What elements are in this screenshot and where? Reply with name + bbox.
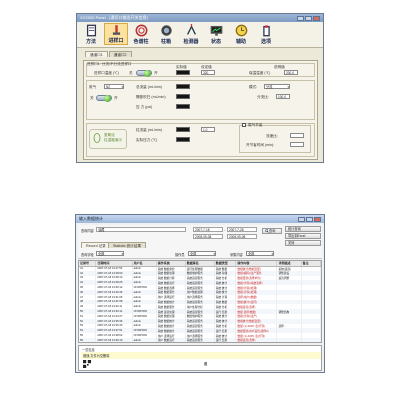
saver-time-label: 开节省时间 (min): (246, 143, 275, 147)
close-button-2[interactable] (314, 216, 321, 222)
maximize-button[interactable] (305, 15, 312, 21)
inlet-heater-toggle[interactable] (136, 70, 152, 77)
filter-label-3: 采集内容 (230, 253, 243, 257)
toolbar-options-button[interactable]: 选项 (254, 23, 278, 45)
toolbar-method-button[interactable]: 方法 (79, 23, 103, 45)
inlet-icon (112, 25, 120, 35)
records-table: 记录号 日期时间 用户名 操作系统 数据库名 数据类型 操作内容 详细描述 备注 41 2007-… (78, 260, 322, 343)
carrier-label: 氮气 (89, 85, 97, 89)
saver-flow-label: 流速比: (266, 134, 278, 138)
detail-note: 说 (204, 362, 208, 366)
inlet-panel: 进样口1: 分流/不分流进样口 实际值 设定值 说明值 进样口温度 (℃) 关 … (83, 60, 318, 160)
document-icon (86, 24, 96, 37)
window-title: XC2000 Panel - [通讯口输出开关信息] (80, 15, 148, 20)
leaf-icon (93, 133, 101, 143)
toolbar-status-button[interactable]: 状态 (204, 23, 228, 45)
date-to-input[interactable]: 2007-7-28 (227, 227, 257, 232)
split-ratio-value[interactable]: 100.0 (276, 94, 290, 99)
query-toolbar: 查询内容 油藏 2007-7-18 - 2007-7-28 2008-05-08… (78, 225, 322, 259)
total-flow-label: 总流量 (mL/min) (136, 85, 162, 89)
toolbar-oven-button[interactable]: 柱箱 (154, 23, 178, 45)
mode-select[interactable]: 分流 (264, 84, 290, 89)
query-button[interactable]: 查询 (262, 228, 282, 234)
purge-flow-actual (176, 94, 190, 99)
saver-time-input[interactable] (290, 142, 304, 147)
title-bar: XC2000 Panel - [通讯口输出开关信息] (77, 14, 323, 22)
aux-temp-value[interactable]: 200.0 (284, 70, 298, 75)
actual-pressure-label: 实际压力 (℃) (136, 138, 158, 142)
time-from-input[interactable]: 2008-05-08 (193, 234, 223, 239)
close-button[interactable] (313, 15, 320, 21)
close-dialog-button[interactable]: 关闭 (285, 240, 321, 246)
gas-saver-group (239, 125, 311, 153)
stat-query-button[interactable]: 统计查询 (285, 226, 321, 232)
toolbar-column-button[interactable]: 色谱柱 (129, 23, 153, 45)
detail-pane: 一览信息 错误:文件为空删除 说 (78, 345, 322, 371)
inlet-off-label: 关 (129, 71, 133, 75)
column-flow-set[interactable]: 1.0 (201, 127, 215, 132)
data-stats-window: 输入数据统计 查询内容 油藏 2007-7-18 - 2007-7-28 200… (75, 214, 325, 373)
inlet-temp-actual (176, 70, 190, 75)
table-body: 41 2007-07-18 13:27:54 admin 系统 数据备份 运行处理数据系… (79, 266, 321, 342)
carrier-on-label: 开 (114, 96, 118, 100)
column-flow-actual (176, 127, 190, 132)
aux-temp-label: 保温温度 (℃) (249, 71, 271, 75)
filter-label-2: 操作员 (175, 253, 185, 257)
tab-statistic[interactable]: Statistic 统计结果 (108, 242, 146, 248)
toolbar-detector-button[interactable]: 检测器 (179, 23, 203, 45)
search-label: 查询内容 (81, 229, 94, 233)
channel-tabs: 通道口1 通道口2 (77, 48, 323, 57)
gc-panel-window: XC2000 Panel - [通讯口输出开关信息] 方法 进样口 色谱柱 柱箱… (76, 13, 324, 163)
carrier-select[interactable]: N2 (104, 84, 124, 89)
date-separator: - (224, 228, 226, 232)
gas-saver-checkbox[interactable] (242, 123, 246, 127)
logo-line-2: 柱温箱演示 (104, 138, 122, 142)
title-bar-2: 输入数据统计 (76, 215, 324, 223)
actual-pressure-actual (176, 137, 190, 142)
pressure-label: 压 力 (psi) (136, 105, 153, 109)
carrier-toggle[interactable] (96, 95, 112, 102)
split-ratio-label: 分流比: (257, 95, 269, 99)
total-flow-actual (176, 84, 190, 89)
column-flow-label: 柱流量 (mL/min) (136, 128, 162, 132)
date-from-input[interactable]: 2007-7-18 (193, 227, 223, 232)
tab-record[interactable]: Record 记录 (81, 242, 111, 248)
options-icon (262, 25, 270, 37)
detail-text: 错误:文件为空删除 (83, 354, 110, 358)
window-title-2: 输入数据统计 (79, 216, 103, 221)
filter-select-3[interactable]: 全部 (246, 251, 274, 256)
oven-icon (160, 25, 172, 36)
carrier-off-label: 关 (90, 96, 94, 100)
inlet-on-label: 开 (154, 71, 158, 75)
mode-label: 模式: (249, 85, 258, 89)
search-input[interactable]: 油藏 (96, 227, 186, 232)
filter-label-1: 查询字段 (81, 253, 94, 257)
minimize-button[interactable] (297, 15, 304, 21)
toolbar-aux-button[interactable]: 辅助 (229, 23, 253, 45)
maximize-button-2[interactable] (306, 216, 313, 222)
filter-select-1[interactable]: 全部 (96, 251, 124, 256)
table-row[interactable]: 41 2007-07-18 13:27:54 admin 系统 数据备份 运行处理数据系… (79, 266, 321, 271)
section-title: 进样口1: 分流/不分流进样口 (87, 62, 132, 66)
monitor-icon (210, 25, 222, 36)
purge-flow-label: 隔垫吹扫 (mL/min) (136, 95, 166, 99)
column-icon (135, 24, 147, 37)
gas-saver-label: 载气节省 (248, 123, 263, 127)
toolbar-inlet-button[interactable]: 进样口 (104, 23, 128, 45)
pressure-actual (176, 104, 190, 109)
tab-channel-2[interactable]: 通道口2 (108, 51, 132, 57)
inlet-temp-set[interactable]: 320 (201, 70, 215, 75)
inlet-temp-label: 进样口温度 (℃) (94, 71, 119, 75)
time-to-input[interactable]: 2008-05-08 (227, 234, 257, 239)
saver-flow-input[interactable] (290, 133, 304, 138)
clock-icon (235, 24, 247, 37)
tab-channel-1[interactable]: 通道口1 (85, 51, 108, 57)
main-toolbar: 方法 进样口 色谱柱 柱箱 检测器 状态 辅助 选项 (77, 22, 323, 48)
filter-select-2[interactable]: 全部 (188, 251, 216, 256)
qr-icon (83, 360, 91, 368)
detail-highlight (81, 352, 321, 359)
minimize-button-2[interactable] (298, 216, 305, 222)
detector-icon (186, 24, 196, 35)
export-excel-button[interactable]: 导出到Excel (285, 233, 321, 239)
